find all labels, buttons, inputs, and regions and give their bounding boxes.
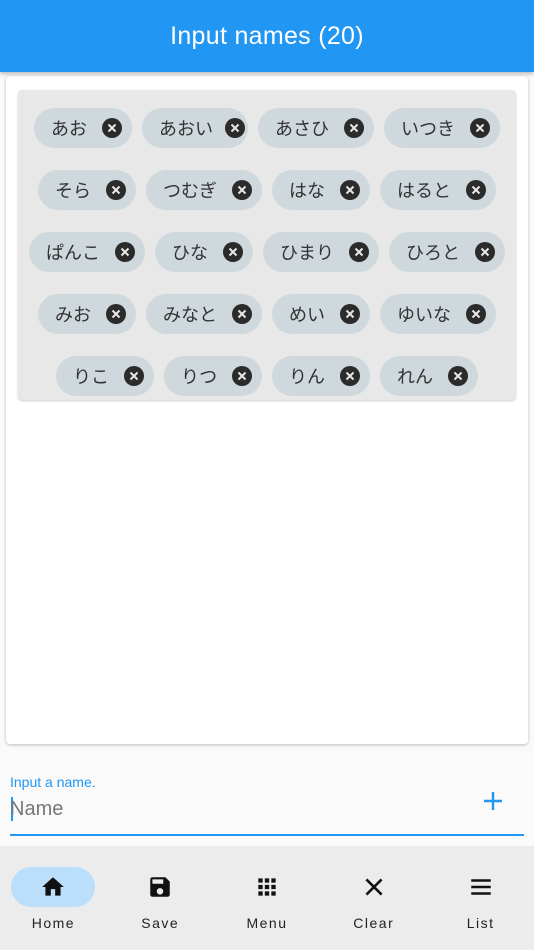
home-icon <box>11 867 96 907</box>
name-input-area: Input a name. <box>10 770 524 838</box>
page-title: Input names (20) <box>170 21 364 50</box>
name-chip-label: いつき <box>401 119 455 140</box>
add-icon <box>484 792 502 810</box>
delete-chip-icon[interactable] <box>115 242 135 262</box>
add-name-button[interactable] <box>476 784 510 818</box>
name-chip[interactable]: ぱんこ <box>29 232 145 272</box>
delete-chip-icon[interactable] <box>106 304 126 324</box>
nav-item-label: Clear <box>353 915 395 931</box>
name-chip-label: めい <box>289 305 325 326</box>
name-chip[interactable]: はな <box>272 170 370 210</box>
nav-item-label: Save <box>141 915 180 931</box>
name-chip-label: れん <box>397 367 433 388</box>
nav-item-home[interactable]: Home <box>0 846 107 950</box>
delete-chip-icon[interactable] <box>344 118 364 138</box>
bottom-navigation: Home Save Menu Clear List <box>0 846 534 950</box>
delete-chip-icon[interactable] <box>340 180 360 200</box>
name-chip[interactable]: りん <box>272 356 370 396</box>
name-chip-list: あお あおい あさひ いつきそら つむぎ はな はるとぱんこ ひな ひまり ひろとみお みなと めい ゆ… <box>18 90 516 400</box>
nav-item-label: Home <box>31 915 76 931</box>
name-chip[interactable]: あさひ <box>258 108 374 148</box>
name-chip[interactable]: めい <box>272 294 370 334</box>
name-chip-label: ひな <box>172 243 208 264</box>
name-chip[interactable]: れん <box>380 356 478 396</box>
nav-item-label: List <box>466 915 495 931</box>
name-chip[interactable]: みなと <box>146 294 262 334</box>
delete-chip-icon[interactable] <box>225 118 245 138</box>
name-chip[interactable]: ゆいな <box>380 294 496 334</box>
name-chip-label: つむぎ <box>163 181 217 202</box>
chip-row: みお みなと めい ゆいな <box>26 283 508 345</box>
chip-row: りこ りつ りん れん <box>26 345 508 407</box>
name-chip-label: りつ <box>181 367 218 388</box>
nav-item-menu[interactable]: Menu <box>214 846 321 950</box>
delete-chip-icon[interactable] <box>102 118 122 138</box>
apps-icon <box>225 867 309 907</box>
delete-chip-icon[interactable] <box>232 366 252 386</box>
name-chip[interactable]: つむぎ <box>146 170 262 210</box>
delete-chip-icon[interactable] <box>475 242 495 262</box>
nav-item-clear[interactable]: Clear <box>320 846 427 950</box>
delete-chip-icon[interactable] <box>232 180 252 200</box>
input-underline <box>10 834 524 836</box>
app-bar: Input names (20) <box>0 0 534 72</box>
name-chip[interactable]: はると <box>380 170 496 210</box>
chip-row: ぱんこ ひな ひまり ひろと <box>26 221 508 283</box>
delete-chip-icon[interactable] <box>466 304 486 324</box>
name-chip[interactable]: ひろと <box>389 232 505 272</box>
name-chip-label: あさひ <box>275 119 329 140</box>
name-chip-label: あおい <box>159 119 213 140</box>
name-chip[interactable]: いつき <box>384 108 500 148</box>
delete-chip-icon[interactable] <box>349 242 369 262</box>
chip-row: あお あおい あさひ いつき <box>26 97 508 159</box>
name-input[interactable] <box>10 794 470 824</box>
names-card: あお あおい あさひ いつきそら つむぎ はな はるとぱんこ ひな ひまり ひろとみお みなと めい ゆ… <box>6 76 528 744</box>
name-chip-label: そら <box>55 181 91 202</box>
chip-row: そら つむぎ はな はると <box>26 159 508 221</box>
delete-chip-icon[interactable] <box>448 366 468 386</box>
name-chip-label: はな <box>289 181 325 202</box>
name-chip-label: みお <box>55 305 91 326</box>
name-chip[interactable]: そら <box>38 170 136 210</box>
name-chip[interactable]: りこ <box>56 356 154 396</box>
nav-item-label: Menu <box>246 915 288 931</box>
close-icon <box>332 867 416 907</box>
name-chip-label: ぱんこ <box>46 243 100 264</box>
nav-item-save[interactable]: Save <box>107 846 214 950</box>
input-label: Input a name. <box>10 774 96 790</box>
delete-chip-icon[interactable] <box>340 304 360 324</box>
delete-chip-icon[interactable] <box>106 180 126 200</box>
name-chip-label: ゆいな <box>397 305 451 326</box>
name-chip-label: ひまり <box>280 243 334 264</box>
name-chip[interactable]: あおい <box>142 108 248 148</box>
menu-icon <box>439 867 523 907</box>
delete-chip-icon[interactable] <box>340 366 360 386</box>
delete-chip-icon[interactable] <box>470 118 490 138</box>
name-chip[interactable]: あお <box>34 108 132 148</box>
name-chip[interactable]: りつ <box>164 356 262 396</box>
name-chip[interactable]: みお <box>38 294 136 334</box>
delete-chip-icon[interactable] <box>124 366 144 386</box>
name-chip-label: りん <box>289 367 325 388</box>
name-chip-label: はると <box>397 181 451 202</box>
save-icon <box>118 867 202 907</box>
delete-chip-icon[interactable] <box>223 242 243 262</box>
delete-chip-icon[interactable] <box>466 180 486 200</box>
name-chip-label: りこ <box>73 367 109 388</box>
name-chip-label: ひろと <box>406 243 460 264</box>
name-chip[interactable]: ひまり <box>263 232 379 272</box>
name-chip-label: あお <box>51 119 87 140</box>
name-chip-label: みなと <box>163 305 217 326</box>
name-chip[interactable]: ひな <box>155 232 253 272</box>
delete-chip-icon[interactable] <box>232 304 252 324</box>
nav-item-list[interactable]: List <box>427 846 534 950</box>
